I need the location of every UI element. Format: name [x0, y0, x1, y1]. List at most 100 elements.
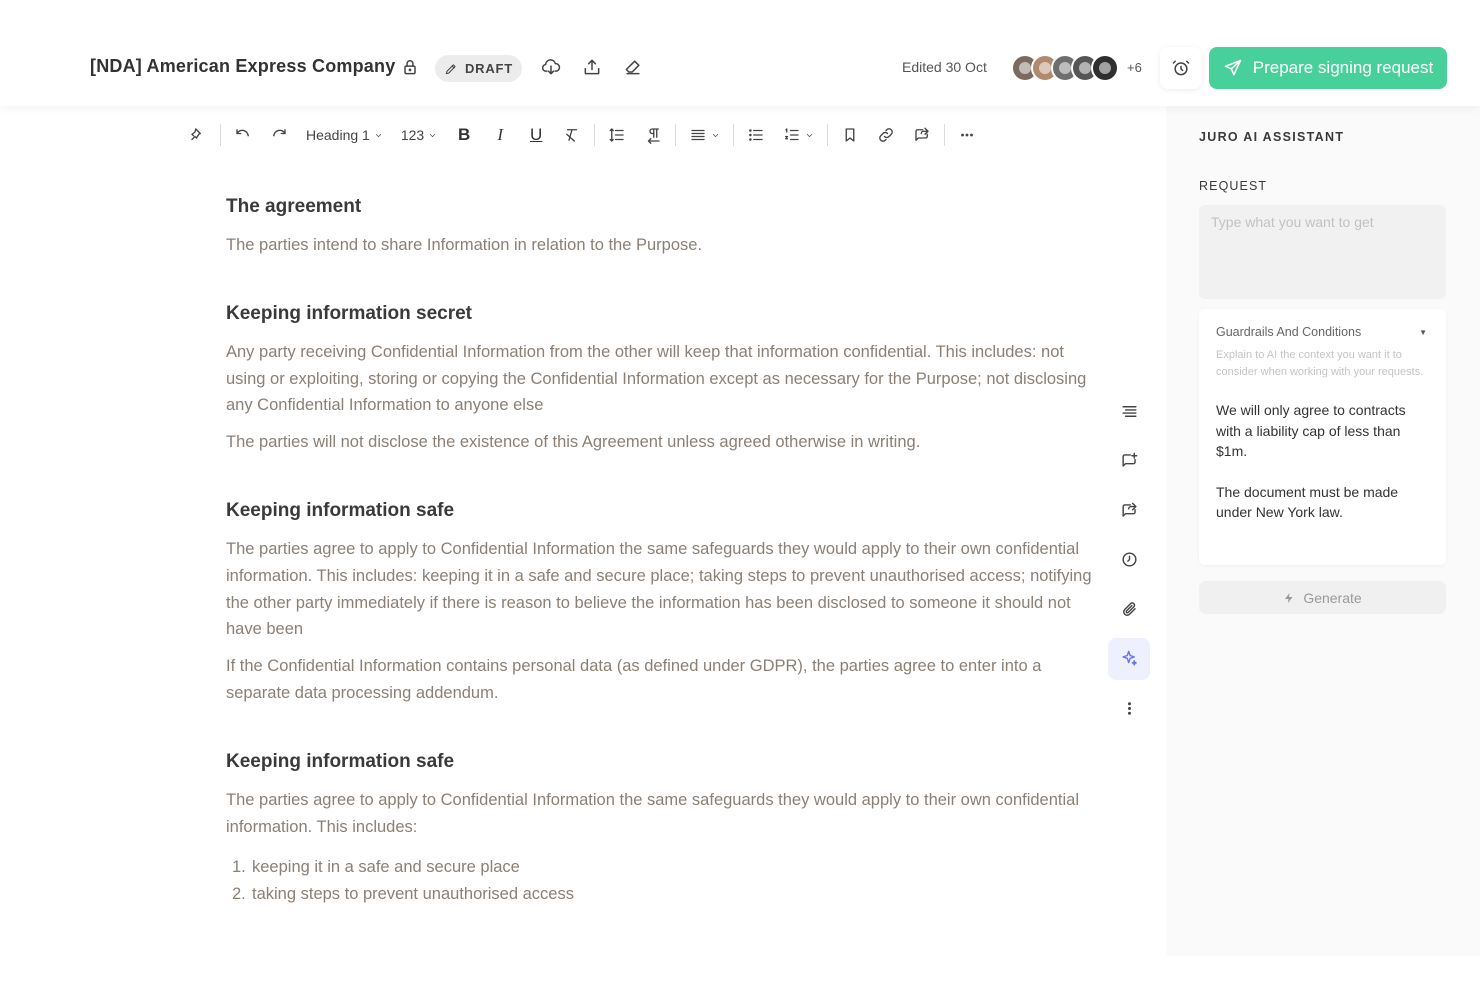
more-horizontal-icon [961, 133, 974, 137]
attachment-icon [1122, 601, 1136, 616]
heading-select[interactable]: Heading 1 [297, 120, 392, 150]
section-heading[interactable]: The agreement [226, 196, 1092, 218]
numbered-list-select[interactable] [774, 120, 823, 150]
bullet-list-icon [749, 129, 763, 141]
draft-label: DRAFT [464, 61, 514, 76]
avatar[interactable] [1091, 54, 1119, 82]
guardrails-title: Guardrails And Conditions [1216, 325, 1362, 339]
chevron-down-icon [713, 133, 719, 137]
link-icon [879, 128, 894, 142]
add-comment-icon [1121, 452, 1137, 467]
section-paragraph[interactable]: The parties will not disclose the existe… [226, 429, 1092, 456]
toolbar-divider [675, 124, 677, 146]
section-paragraph[interactable]: The parties intend to share Information … [226, 232, 1092, 259]
link-button[interactable] [868, 120, 904, 150]
pin-icon [191, 128, 201, 141]
collaborator-avatars[interactable] [1011, 54, 1119, 82]
line-spacing-button[interactable] [599, 120, 635, 150]
pin-button[interactable] [180, 120, 216, 150]
section-heading[interactable]: Keeping information safe [226, 751, 1092, 773]
alarm-clock-icon [1172, 60, 1190, 76]
more-collaborators-count[interactable]: +6 [1127, 60, 1142, 75]
guardrails-header[interactable]: Guardrails And Conditions ▼ [1216, 325, 1429, 339]
heading-select-value: Heading 1 [306, 127, 370, 143]
guardrails-card: Guardrails And Conditions ▼ Explain to A… [1199, 309, 1446, 565]
caret-down-icon[interactable]: ▼ [1419, 328, 1427, 337]
app-header: [NDA] American Express Company DRAFT Edi… [0, 0, 1480, 106]
list-number: 1. [232, 858, 246, 877]
document-body[interactable]: The agreement The parties intend to shar… [226, 196, 1092, 952]
list-item-text: taking steps to prevent unauthorised acc… [252, 885, 574, 904]
section-paragraph[interactable]: If the Confidential Information contains… [226, 653, 1092, 707]
request-label: REQUEST [1199, 179, 1268, 193]
underline-button[interactable]: U [518, 120, 554, 150]
document-title[interactable]: [NDA] American Express Company [90, 56, 395, 77]
draft-status-badge[interactable]: DRAFT [435, 55, 522, 82]
request-input[interactable] [1199, 205, 1446, 299]
toolbar-divider [827, 124, 829, 146]
section-paragraph[interactable]: Any party receiving Confidential Informa… [226, 339, 1092, 419]
bookmark-button[interactable] [832, 120, 868, 150]
list-item[interactable]: 2. taking steps to prevent unauthorised … [226, 881, 1092, 908]
attachment-button[interactable] [1108, 588, 1150, 630]
undo-button[interactable] [225, 120, 261, 150]
align-lines-icon [1121, 405, 1137, 417]
upload-icon[interactable] [581, 56, 603, 78]
paragraph-icon [648, 128, 660, 144]
cloud-download-icon[interactable] [540, 56, 562, 78]
guardrail-condition[interactable]: The document must be made under New York… [1216, 482, 1429, 523]
share-comment-button[interactable] [1108, 489, 1150, 531]
ai-assistant-button[interactable] [1108, 637, 1150, 680]
guardrail-condition[interactable]: We will only agree to contracts with a l… [1216, 400, 1429, 462]
clear-format-button[interactable] [554, 120, 590, 150]
number-format-select[interactable]: 123 [392, 120, 446, 150]
pencil-icon [445, 63, 456, 74]
ai-sparkle-icon [1121, 650, 1137, 666]
bold-button[interactable]: B [446, 120, 482, 150]
edited-timestamp: Edited 30 Oct [902, 59, 987, 75]
send-icon [1224, 59, 1241, 76]
list-item-text: keeping it in a safe and secure place [252, 858, 520, 877]
add-comment-button[interactable] [1108, 440, 1150, 482]
share-comment-button[interactable] [904, 120, 940, 150]
more-options-button[interactable] [949, 120, 985, 150]
align-justify-icon [691, 129, 705, 141]
bullet-list-button[interactable] [738, 120, 774, 150]
toolbar-divider [594, 124, 596, 146]
section-paragraph[interactable]: The parties agree to apply to Confidenti… [226, 787, 1092, 841]
history-icon [1121, 552, 1137, 567]
undo-icon [236, 129, 249, 137]
bookmark-icon [845, 128, 855, 142]
reminder-button[interactable] [1160, 47, 1202, 89]
toolbar-divider [733, 124, 735, 146]
lightning-icon [1285, 592, 1293, 603]
document-section: Keeping information safe The parties agr… [226, 500, 1092, 707]
ai-assistant-panel: JURO AI ASSISTANT REQUEST Guardrails And… [1166, 106, 1480, 956]
italic-button[interactable]: I [482, 120, 518, 150]
more-vertical-button[interactable] [1108, 687, 1150, 729]
section-paragraph[interactable]: The parties agree to apply to Confidenti… [226, 536, 1092, 643]
bold-icon: B [458, 125, 471, 144]
line-spacing-icon [609, 128, 624, 142]
redo-button[interactable] [261, 120, 297, 150]
paragraph-direction-button[interactable] [635, 120, 671, 150]
list-number: 2. [232, 885, 246, 904]
generate-button[interactable]: Generate [1199, 581, 1446, 614]
document-section: Keeping information safe The parties agr… [226, 751, 1092, 908]
section-heading[interactable]: Keeping information safe [226, 500, 1092, 522]
panel-title: JURO AI ASSISTANT [1199, 130, 1345, 144]
side-tool-rail [1108, 390, 1150, 737]
section-heading[interactable]: Keeping information secret [226, 303, 1092, 325]
align-select[interactable] [680, 120, 729, 150]
lock-icon[interactable] [399, 56, 421, 78]
chevron-down-icon [375, 133, 381, 137]
more-vertical-icon [1127, 701, 1131, 715]
prepare-signing-request-button[interactable]: Prepare signing request [1209, 47, 1447, 89]
toolbar-divider [220, 124, 221, 146]
eraser-icon[interactable] [622, 56, 644, 78]
outline-button[interactable] [1108, 390, 1150, 432]
history-button[interactable] [1108, 539, 1150, 581]
list-item[interactable]: 1. keeping it in a safe and secure place [226, 854, 1092, 881]
generate-label: Generate [1303, 589, 1362, 606]
primary-button-label: Prepare signing request [1252, 58, 1434, 77]
